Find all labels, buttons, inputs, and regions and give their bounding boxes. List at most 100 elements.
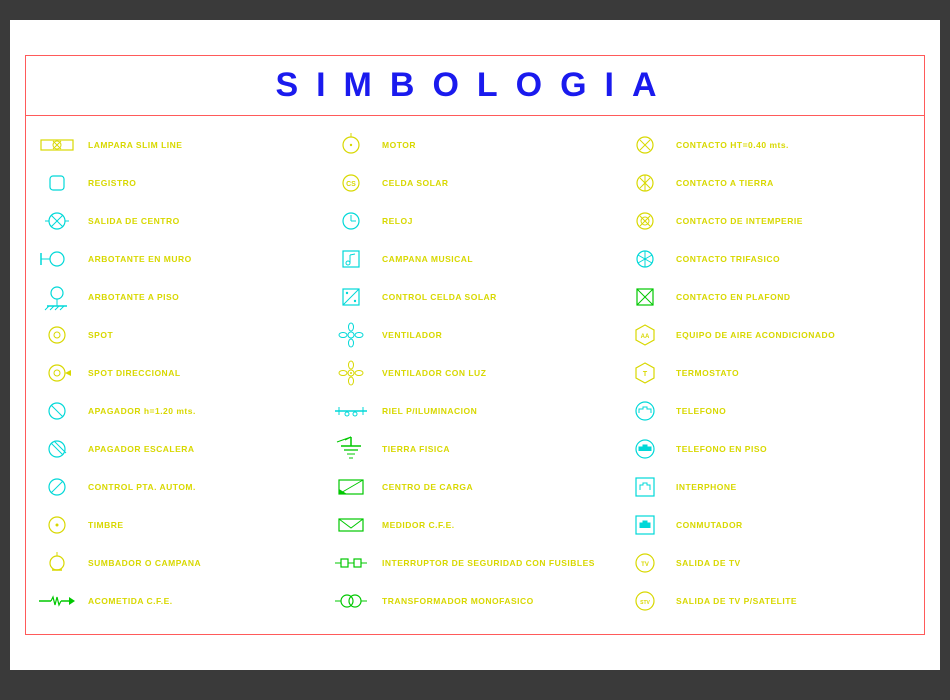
legend-item-label: CENTRO DE CARGA [382,482,473,492]
legend-item-label: SALIDA DE TV [676,558,741,568]
tierra-icon [328,432,374,466]
legend-item-label: VENTILADOR [382,330,442,340]
campana-musical-icon [328,242,374,276]
contacto-trif-icon [622,242,668,276]
registro-icon [34,166,80,200]
drawing-canvas: SIMBOLOGIA LAMPARA SLIM LINEREGISTROSALI… [10,20,940,670]
legend-item-label: LAMPARA SLIM LINE [88,140,182,150]
conmutador-icon [622,508,668,542]
legend-item-label: APAGADOR ESCALERA [88,444,195,454]
legend-item: MOTOR [328,126,622,164]
legend-item: CONTACTO TRIFASICO [622,240,916,278]
svg-text:T: T [643,371,648,378]
medidor-icon [328,508,374,542]
legend-column-3: CONTACTO HT=0.40 mts. CONTACTO A TIERRA CO… [622,126,916,624]
transformador-icon [328,584,374,618]
legend-item-label: CONTACTO A TIERRA [676,178,774,188]
contacto-ht-icon [622,128,668,162]
ventilador-luz-icon [328,356,374,390]
timbre-icon [34,508,80,542]
legend-item-label: TELEFONO EN PISO [676,444,767,454]
legend-item: CONTACTO DE INTEMPERIE [622,202,916,240]
legend-item: MEDIDOR C.F.E. [328,506,622,544]
svg-text:CS: CS [346,181,356,188]
ventilador-icon [328,318,374,352]
legend-item-label: RIEL P/ILUMINACION [382,406,477,416]
telefono-piso-icon [622,432,668,466]
celda-solar-icon: CS [328,166,374,200]
interruptor-seg-icon [328,546,374,580]
legend-item-label: SUMBADOR O CAMPANA [88,558,201,568]
legend-item: STV SALIDA DE TV P/SATELITE [622,582,916,620]
termostato-icon: T [622,356,668,390]
legend-item-label: EQUIPO DE AIRE ACONDICIONADO [676,330,835,340]
legend-item: CENTRO DE CARGA [328,468,622,506]
legend-item: TRANSFORMADOR MONOFASICO [328,582,622,620]
legend-item: TELEFONO [622,392,916,430]
salida-centro-icon [34,204,80,238]
svg-text:TV: TV [641,562,649,568]
legend-item: SUMBADOR O CAMPANA [34,544,328,582]
legend-item: RIEL P/ILUMINACION [328,392,622,430]
legend-frame: SIMBOLOGIA LAMPARA SLIM LINEREGISTROSALI… [25,55,925,635]
legend-item: ACOMETIDA C.F.E. [34,582,328,620]
legend-item-label: SPOT [88,330,113,340]
legend-item: SALIDA DE CENTRO [34,202,328,240]
legend-item-label: ARBOTANTE EN MURO [88,254,192,264]
acometida-icon [34,584,80,618]
legend-item: INTERPHONE [622,468,916,506]
legend-item-label: TRANSFORMADOR MONOFASICO [382,596,534,606]
contacto-tierra-icon [622,166,668,200]
legend-item: VENTILADOR [328,316,622,354]
riel-icon [328,394,374,428]
legend-item-label: SALIDA DE CENTRO [88,216,180,226]
legend-item-label: CONTACTO EN PLAFOND [676,292,791,302]
legend-item: ARBOTANTE A PISO [34,278,328,316]
legend-item: APAGADOR ESCALERA [34,430,328,468]
legend-item: TELEFONO EN PISO [622,430,916,468]
lamp-slimline-icon [34,128,80,162]
legend-item: TIMBRE [34,506,328,544]
contacto-plafond-icon [622,280,668,314]
legend-item-label: REGISTRO [88,178,136,188]
legend-item-label: CONTACTO HT=0.40 mts. [676,140,789,150]
motor-icon [328,128,374,162]
legend-item-label: TIMBRE [88,520,124,530]
legend-item-label: INTERRUPTOR DE SEGURIDAD CON FUSIBLES [382,558,595,568]
legend-item: SPOT DIRECCIONAL [34,354,328,392]
legend-item-label: CONTROL PTA. AUTOM. [88,482,196,492]
legend-item: RELOJ [328,202,622,240]
control-celda-icon [328,280,374,314]
reloj-icon [328,204,374,238]
legend-item: TIERRA FISICA [328,430,622,468]
legend-item: CONTROL PTA. AUTOM. [34,468,328,506]
legend-item: ARBOTANTE EN MURO [34,240,328,278]
contacto-intemp-icon [622,204,668,238]
control-pta-icon [34,470,80,504]
legend-item: CONTACTO HT=0.40 mts. [622,126,916,164]
legend-item-label: CAMPANA MUSICAL [382,254,473,264]
legend-item: CSCELDA SOLAR [328,164,622,202]
legend-item-label: CONTACTO DE INTEMPERIE [676,216,803,226]
legend-item: SPOT [34,316,328,354]
legend-item: LAMPARA SLIM LINE [34,126,328,164]
legend-item: CONTACTO EN PLAFOND [622,278,916,316]
legend-item-label: ARBOTANTE A PISO [88,292,179,302]
legend-item-label: SALIDA DE TV P/SATELITE [676,596,797,606]
centro-carga-icon [328,470,374,504]
legend-item: CONTACTO A TIERRA [622,164,916,202]
legend-item-label: INTERPHONE [676,482,737,492]
legend-item: INTERRUPTOR DE SEGURIDAD CON FUSIBLES [328,544,622,582]
apagador-icon [34,394,80,428]
legend-item-label: ACOMETIDA C.F.E. [88,596,173,606]
legend-item-label: TERMOSTATO [676,368,739,378]
legend-column-1: LAMPARA SLIM LINE REGISTRO SALIDA DE CENTR… [34,126,328,624]
sumbador-icon [34,546,80,580]
legend-item: VENTILADOR CON LUZ [328,354,622,392]
legend-item: CAMPANA MUSICAL [328,240,622,278]
salida-tv-icon: TV [622,546,668,580]
svg-text:STV: STV [640,600,650,606]
interphone-icon [622,470,668,504]
legend-item: CONMUTADOR [622,506,916,544]
spot-dir-icon [34,356,80,390]
